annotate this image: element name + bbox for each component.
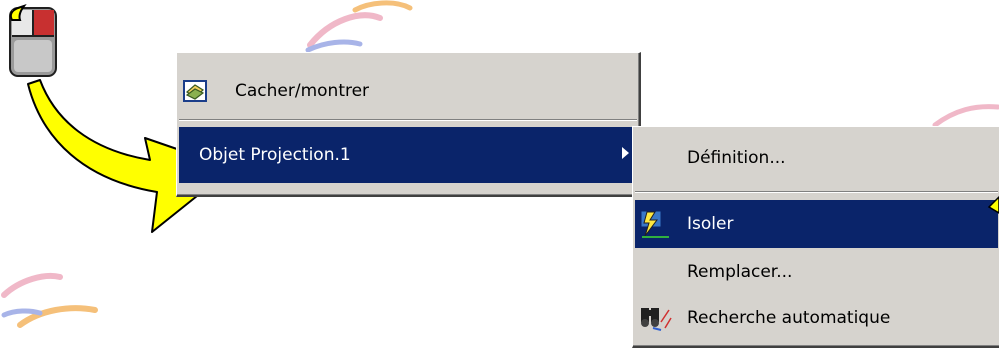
menu-separator [179,119,637,121]
submenu-item-label: Remplacer... [687,262,793,282]
submenu-item-recherche-automatique[interactable]: Recherche automatique [635,298,998,338]
submenu-item-label: Isoler [687,214,734,234]
submenu-item-isoler[interactable]: Isoler [635,200,998,248]
callout-arrow-tip-icon [987,195,999,214]
submenu-item-label: Définition... [687,148,786,168]
menu-item-hide-show[interactable]: Cacher/montrer [179,70,637,112]
submenu-item-definition[interactable]: Définition... [635,133,998,183]
logo-swoosh-top [305,0,413,53]
submenu-item-remplacer[interactable]: Remplacer... [635,252,998,292]
submenu-arrow-icon [622,147,629,159]
isolate-icon [640,210,669,238]
logo-swoosh-bottom-left [1,273,98,328]
binoculars-search-icon [641,308,672,331]
menu-item-objet-projection[interactable]: Objet Projection.1 [179,127,637,183]
menu-item-label: Cacher/montrer [235,81,370,101]
submenu: Définition... Isoler Remplacer... Recher… [632,126,999,348]
submenu-item-label: Recherche automatique [687,308,891,328]
hide-show-icon [183,80,207,102]
context-menu: Cacher/montrer Objet Projection.1 [176,52,641,197]
submenu-separator [635,191,998,193]
menu-item-label: Objet Projection.1 [199,145,351,165]
